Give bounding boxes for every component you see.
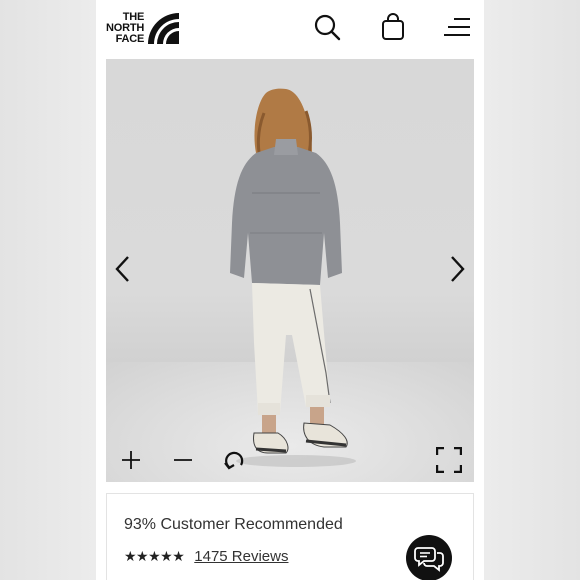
- rotate-button[interactable]: [220, 445, 250, 475]
- chevron-right-icon: [451, 256, 465, 282]
- background-right: [484, 0, 580, 580]
- recommend-percentage: 93% Customer Recommended: [124, 516, 343, 533]
- hamburger-menu-icon: [444, 18, 470, 36]
- zoom-in-button[interactable]: [116, 445, 146, 475]
- cart-button[interactable]: [378, 12, 408, 42]
- zoom-out-button[interactable]: [168, 445, 198, 475]
- logo-line-2: NORTH: [106, 21, 145, 34]
- fullscreen-button[interactable]: [434, 445, 464, 475]
- half-dome-logo-icon: [148, 13, 180, 44]
- previous-image-button[interactable]: [108, 249, 138, 289]
- brand-logo[interactable]: THE NORTH FACE: [106, 8, 188, 48]
- star-rating: ★★★★★: [124, 548, 185, 565]
- product-photo-model: [230, 88, 356, 467]
- search-button[interactable]: [312, 12, 342, 42]
- minus-icon: [174, 459, 192, 461]
- logo-line-3: FACE: [115, 32, 145, 45]
- mobile-page: THE NORTH FACE 93% Customer Recommended …: [96, 0, 484, 580]
- site-header: THE NORTH FACE: [96, 0, 484, 58]
- logo-wordmark: THE NORTH FACE: [106, 10, 145, 45]
- search-icon: [314, 14, 341, 41]
- rating-row: ★★★★★ 1475 Reviews: [124, 548, 288, 565]
- chevron-left-icon: [115, 256, 129, 282]
- chat-button[interactable]: [406, 535, 452, 580]
- reviews-link[interactable]: 1475 Reviews: [194, 548, 288, 565]
- product-image-gallery[interactable]: [106, 59, 474, 482]
- fullscreen-icon: [436, 447, 462, 473]
- plus-icon: [122, 451, 140, 469]
- chat-bubbles-icon: [414, 547, 444, 572]
- shopping-bag-icon: [382, 13, 404, 40]
- rotate-icon: [224, 451, 244, 470]
- logo-line-1: THE: [122, 10, 145, 23]
- background-left: [0, 0, 96, 580]
- next-image-button[interactable]: [442, 249, 472, 289]
- menu-button[interactable]: [442, 12, 472, 42]
